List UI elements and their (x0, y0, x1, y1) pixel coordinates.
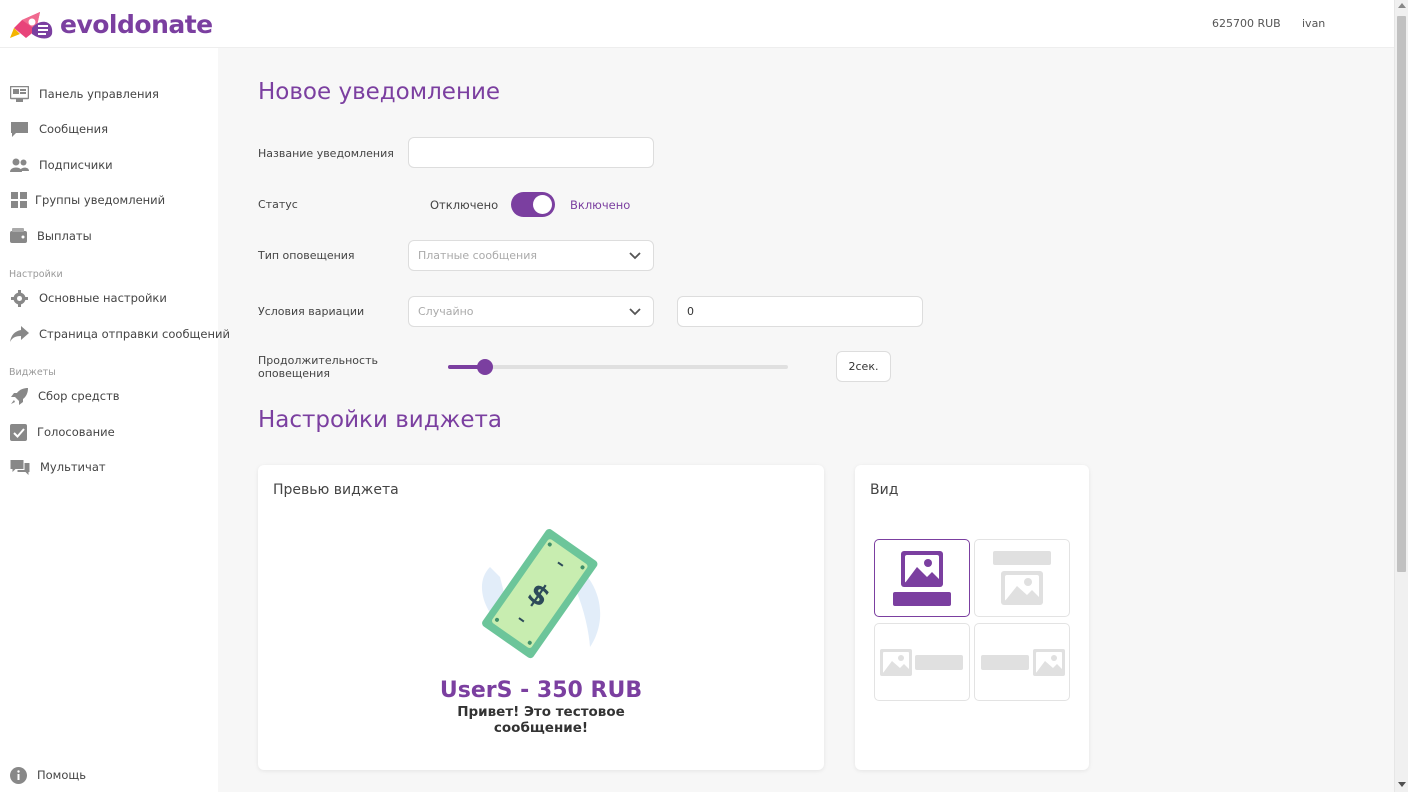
users-icon (10, 158, 29, 172)
text-bar-placeholder (893, 592, 951, 606)
chevron-down-icon (629, 252, 641, 260)
text-bar-placeholder (915, 655, 963, 670)
sidebar-item-fundraising[interactable]: Сбор средств (10, 386, 120, 406)
brand-logo[interactable]: evoldonate (10, 8, 213, 40)
sidebar-item-notification-groups[interactable]: Группы уведомлений (10, 190, 165, 210)
image-icon (880, 649, 912, 676)
sidebar-item-payouts[interactable]: Выплаты (10, 226, 92, 246)
preview-message: Привет! Это тестовое сообщение! (457, 704, 625, 736)
share-icon (10, 325, 29, 342)
message-icon (11, 121, 28, 137)
sidebar-item-label: Выплаты (37, 229, 92, 243)
scrollbar-thumb[interactable] (1397, 16, 1406, 572)
grid-icon (11, 191, 27, 208)
wallet-icon (10, 227, 27, 243)
user-menu[interactable]: ivan (1302, 17, 1325, 30)
logo-text: evoldonate (60, 9, 213, 39)
gear-icon (11, 289, 28, 307)
variation-number-input[interactable]: 0 (677, 296, 923, 327)
sidebar-item-label: Основные настройки (39, 291, 167, 305)
chat-icon (10, 459, 30, 475)
alert-type-value: Платные сообщения (418, 249, 537, 262)
sidebar-item-voting[interactable]: Голосование (10, 422, 115, 442)
widget-view-card: Вид (855, 465, 1089, 770)
toggle-knob (533, 195, 552, 214)
type-label: Тип оповещения (258, 249, 355, 262)
scroll-down-icon[interactable] (1398, 782, 1406, 787)
sidebar-item-label: Помощь (37, 768, 87, 782)
dashboard-icon (10, 85, 29, 102)
sidebar-item-message-page[interactable]: Страница отправки сообщений (10, 324, 230, 344)
widget-preview-card: Превью виджета $ UserS - 350 RUB Привет!… (258, 465, 824, 770)
top-header: evoldonate 625700 RUB ivan (0, 0, 1394, 48)
status-on-label: Включено (570, 198, 631, 212)
status-toggle[interactable] (511, 192, 555, 217)
sidebar-item-label: Страница отправки сообщений (39, 327, 230, 341)
money-bill-icon: $ (481, 529, 601, 659)
sidebar-item-label: Сбор средств (38, 389, 120, 403)
image-icon (1001, 571, 1043, 605)
rocket-icon (11, 387, 28, 405)
notification-name-input[interactable] (408, 137, 654, 168)
sidebar-item-label: Группы уведомлений (35, 193, 166, 207)
alert-type-select[interactable]: Платные сообщения (408, 240, 654, 271)
sidebar-item-label: Подписчики (39, 158, 113, 172)
page-title: Новое уведомление (258, 79, 501, 105)
sidebar-item-label: Мультичат (40, 460, 106, 474)
text-bar-placeholder (993, 551, 1051, 565)
variation-label: Условия вариации (258, 305, 365, 318)
scroll-up-icon[interactable] (1398, 3, 1406, 8)
widgets-section-label: Виджеты (9, 367, 56, 378)
rocket-logo-icon (10, 12, 53, 39)
chevron-down-icon (629, 308, 641, 316)
sidebar-item-multichat[interactable]: Мультичат (10, 457, 106, 477)
image-icon (1033, 649, 1065, 676)
checkbox-icon (10, 423, 27, 441)
duration-value-box: 2сек. (836, 351, 891, 382)
view-option-image-top[interactable] (874, 539, 970, 617)
variation-select[interactable]: Случайно (408, 296, 654, 327)
duration-slider-thumb[interactable] (477, 359, 494, 375)
text-bar-placeholder (981, 655, 1029, 670)
info-icon (10, 766, 27, 784)
balance-display: 625700 RUB (1212, 17, 1281, 30)
sidebar-item-subscribers[interactable]: Подписчики (10, 155, 113, 175)
sidebar-item-dashboard[interactable]: Панель управления (10, 84, 159, 104)
status-off-label: Отключено (430, 198, 499, 212)
image-icon (901, 551, 943, 587)
view-option-text-top[interactable] (974, 539, 1070, 617)
sidebar-item-label: Сообщения (39, 122, 109, 136)
widget-settings-title: Настройки виджета (258, 407, 502, 433)
view-option-image-left[interactable] (874, 623, 970, 701)
preview-card-title: Превью виджета (273, 482, 399, 498)
sidebar-item-label: Голосование (37, 425, 115, 439)
page-scrollbar[interactable] (1394, 0, 1408, 792)
name-label: Название уведомления (258, 147, 394, 160)
sidebar: Панель управления Сообщения Подписчики Г… (0, 48, 230, 792)
sidebar-item-help[interactable]: Помощь (10, 765, 86, 785)
sidebar-item-messages[interactable]: Сообщения (10, 119, 108, 139)
sidebar-item-label: Панель управления (39, 87, 159, 101)
sidebar-item-main-settings[interactable]: Основные настройки (10, 288, 167, 308)
duration-slider[interactable] (448, 359, 788, 375)
preview-donor-amount: UserS - 350 RUB (439, 678, 643, 703)
status-label: Статус (258, 198, 298, 211)
view-card-title: Вид (870, 482, 899, 498)
settings-section-label: Настройки (9, 269, 63, 280)
view-option-image-right[interactable] (974, 623, 1070, 701)
duration-label: Продолжительность оповещения (258, 354, 378, 380)
variation-value: Случайно (418, 305, 474, 318)
